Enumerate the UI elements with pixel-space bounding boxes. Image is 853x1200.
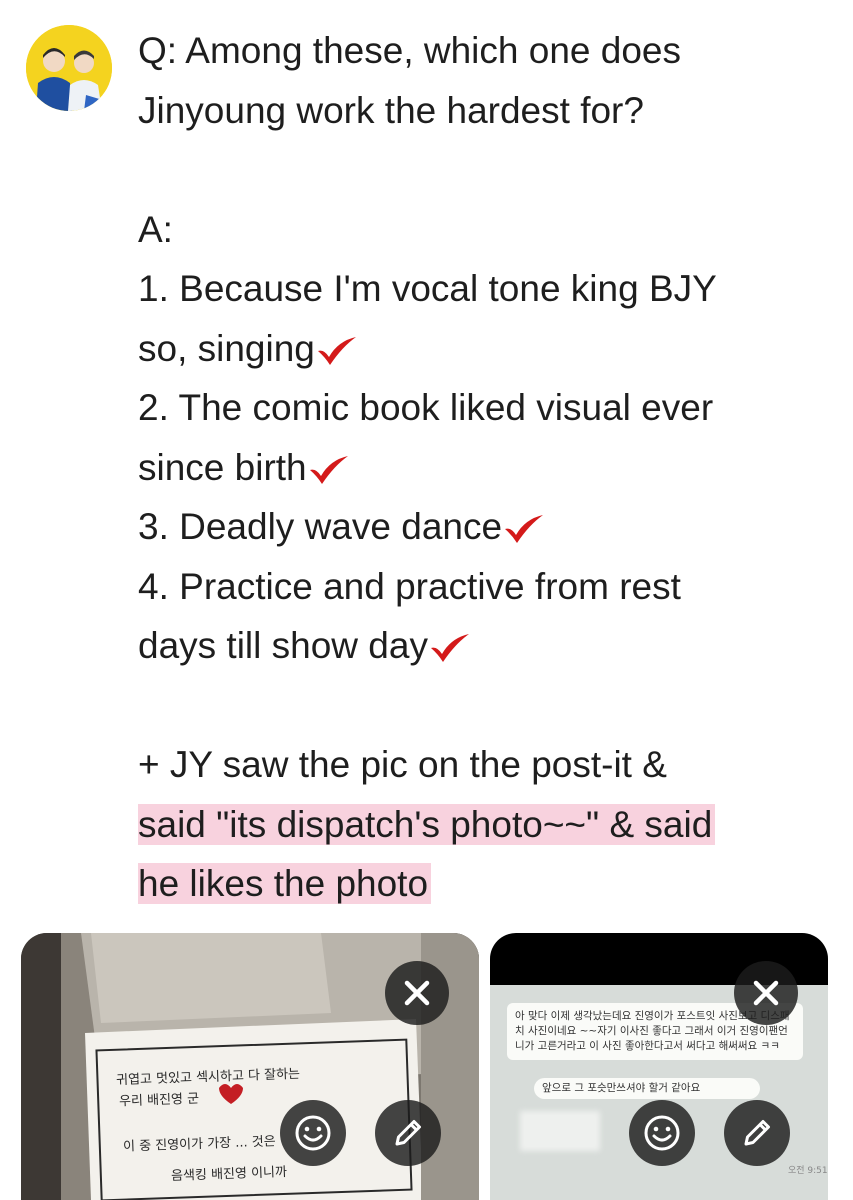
avatar[interactable] <box>26 25 112 111</box>
answer-item-2-line-2: since birth <box>138 438 828 498</box>
note-line-1: + JY saw the pic on the post-it & <box>138 744 667 785</box>
question-line-1: Q: Among these, which one does <box>138 30 682 71</box>
answer-item-2-text: since birth <box>138 446 307 488</box>
postit-card-line-4: 음색킹 배진영 이니까 <box>170 1164 288 1185</box>
answer-item-1-text: so, singing <box>138 327 315 369</box>
attachment-photo-1[interactable]: 귀엽고 멋있고 섹시하고 다 잘하는 우리 배진영 군 이 중 진영이가 가장 … <box>21 933 479 1200</box>
post-text: Q: Among these, which one does Jinyoung … <box>138 21 828 914</box>
remove-photo-2-button[interactable] <box>734 961 798 1025</box>
postit-card-line-2: 우리 배진영 군 <box>118 1091 200 1110</box>
red-checkmark-icon <box>430 634 469 662</box>
answer-item-1-line-2: so, singing <box>138 319 828 379</box>
edit-photo-2-button[interactable] <box>724 1100 790 1166</box>
attachment-strip: 귀엽고 멋있고 섹시하고 다 잘하는 우리 배진영 군 이 중 진영이가 가장 … <box>0 933 853 1200</box>
answer-item-4-text: days till show day <box>138 625 428 666</box>
edit-photo-1-button[interactable] <box>375 1100 441 1166</box>
note-line-3: he likes the photo <box>138 854 828 914</box>
answer-item-3-text: 3. Deadly wave dance <box>138 506 503 547</box>
highlighted-text: said "its dispatch's photo~~" & said <box>138 803 716 845</box>
pencil-icon <box>395 1120 421 1146</box>
question-line-2: Jinyoung work the hardest for? <box>138 89 644 131</box>
chat-reply-bubble: 앞으로 그 포슷만쓰셔야 할거 같아요 <box>534 1078 760 1099</box>
note-line-2: said "its dispatch's photo~~" & said <box>138 795 828 855</box>
answer-item-4-line-2: days till show day <box>138 616 828 676</box>
highlighted-text: he likes the photo <box>138 863 432 904</box>
answer-label: A: <box>138 208 173 250</box>
pencil-icon <box>744 1120 770 1146</box>
red-checkmark-icon <box>505 515 544 543</box>
avatar-illustration <box>26 25 112 111</box>
answer-item-3-line-1: 3. Deadly wave dance <box>138 497 828 557</box>
answer-item-4-line-1: 4. Practice and practive from rest <box>138 565 681 607</box>
close-icon <box>753 980 779 1006</box>
close-icon <box>404 980 430 1006</box>
red-checkmark-icon <box>309 455 348 484</box>
remove-photo-1-button[interactable] <box>385 961 449 1025</box>
attachment-photo-2[interactable]: 아 맞다 이제 생각났는데요 진영이가 포스트잇 사진보고 디스패치 사진이네요… <box>490 933 828 1200</box>
answer-item-1-line-1: 1. Because I'm vocal tone king BJY <box>138 268 717 309</box>
chat-timestamp: 오전 9:51 <box>788 1166 828 1176</box>
answer-item-2-line-1: 2. The comic book liked visual ever <box>138 387 714 428</box>
smiley-icon <box>644 1115 680 1151</box>
sticker-photo-2-button[interactable] <box>629 1100 695 1166</box>
red-checkmark-icon <box>317 336 356 365</box>
sticker-photo-1-button[interactable] <box>280 1100 346 1166</box>
blurred-area <box>520 1111 600 1151</box>
smiley-icon <box>295 1115 331 1151</box>
